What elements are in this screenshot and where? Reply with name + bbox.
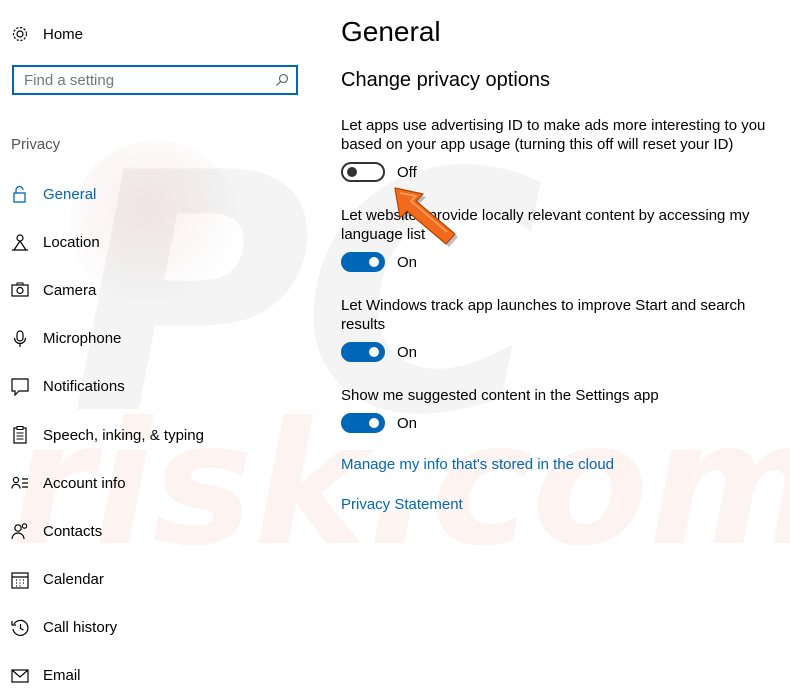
- lock-icon: [10, 184, 30, 204]
- toggle-knob: [347, 167, 357, 177]
- account-info-icon: [10, 473, 30, 493]
- toggle-row: On: [341, 341, 771, 363]
- toggle-knob: [369, 257, 379, 267]
- language-list-toggle[interactable]: [341, 252, 385, 272]
- sidebar-item-general[interactable]: General: [10, 170, 204, 218]
- section-label-privacy: Privacy: [11, 136, 61, 153]
- setting-app-launches: Let Windows track app launches to improv…: [341, 296, 771, 363]
- section-title: Change privacy options: [341, 69, 551, 91]
- location-icon: [10, 232, 30, 252]
- sidebar-item-location[interactable]: Location: [10, 218, 204, 266]
- sidebar-item-label: Location: [43, 233, 100, 251]
- email-icon: [10, 666, 30, 686]
- sidebar-item-email[interactable]: Email: [10, 652, 204, 700]
- notifications-icon: [10, 377, 30, 397]
- sidebar-item-calendar[interactable]: Calendar: [10, 556, 204, 604]
- call-history-icon: [10, 618, 30, 638]
- sidebar-item-microphone[interactable]: Microphone: [10, 315, 204, 363]
- privacy-statement-link[interactable]: Privacy Statement: [341, 496, 463, 513]
- calendar-icon: [10, 570, 30, 590]
- sidebar: Home Privacy General Location Camera: [0, 0, 320, 686]
- sidebar-item-account-info[interactable]: Account info: [10, 459, 204, 507]
- sidebar-item-label: Speech, inking, & typing: [43, 426, 204, 444]
- sidebar-item-label: Call history: [43, 619, 118, 637]
- camera-icon: [10, 280, 30, 300]
- microphone-icon: [10, 329, 30, 349]
- sidebar-item-contacts[interactable]: Contacts: [10, 507, 204, 555]
- toggle-state-label: Off: [397, 163, 417, 181]
- toggle-row: On: [341, 412, 771, 434]
- search-input[interactable]: [14, 71, 268, 89]
- search-icon[interactable]: [268, 73, 296, 87]
- sidebar-item-label: Microphone: [43, 330, 122, 348]
- toggle-state-label: On: [397, 414, 418, 432]
- contacts-icon: [10, 521, 30, 541]
- app-launches-toggle[interactable]: [341, 342, 385, 362]
- toggle-row: On: [341, 251, 771, 273]
- sidebar-item-label: Contacts: [43, 522, 103, 540]
- toggle-knob: [369, 418, 379, 428]
- nav-list: General Location Camera Microphone Notif…: [10, 170, 204, 700]
- sidebar-item-speech[interactable]: Speech, inking, & typing: [10, 411, 204, 459]
- home-label: Home: [43, 25, 84, 43]
- toggle-state-label: On: [397, 253, 418, 271]
- sidebar-item-call-history[interactable]: Call history: [10, 604, 204, 652]
- sidebar-item-camera[interactable]: Camera: [10, 266, 204, 314]
- suggested-content-toggle[interactable]: [341, 413, 385, 433]
- sidebar-item-label: Camera: [43, 281, 97, 299]
- sidebar-item-label: General: [43, 185, 97, 203]
- toggle-knob: [369, 347, 379, 357]
- setting-description: Let Windows track app launches to improv…: [341, 297, 746, 333]
- gear-icon: [10, 24, 30, 44]
- sidebar-item-label: Account info: [43, 474, 126, 492]
- manage-info-link[interactable]: Manage my info that's stored in the clou…: [341, 456, 614, 473]
- sidebar-item-notifications[interactable]: Notifications: [10, 363, 204, 411]
- setting-description: Let apps use advertising ID to make ads …: [341, 117, 766, 153]
- setting-advertising-id: Let apps use advertising ID to make ads …: [341, 116, 771, 183]
- speech-icon: [10, 425, 30, 445]
- page-title: General: [341, 16, 441, 47]
- sidebar-item-label: Notifications: [43, 378, 125, 396]
- toggle-state-label: On: [397, 343, 418, 361]
- pointer-arrow-icon: [394, 187, 458, 247]
- advertising-id-toggle[interactable]: [341, 162, 385, 182]
- setting-suggested-content: Show me suggested content in the Setting…: [341, 386, 771, 434]
- search-box[interactable]: [12, 65, 298, 95]
- sidebar-item-label: Calendar: [43, 571, 104, 589]
- setting-description: Show me suggested content in the Setting…: [341, 387, 659, 404]
- sidebar-item-label: Email: [43, 667, 81, 685]
- nav-home[interactable]: Home: [10, 20, 83, 48]
